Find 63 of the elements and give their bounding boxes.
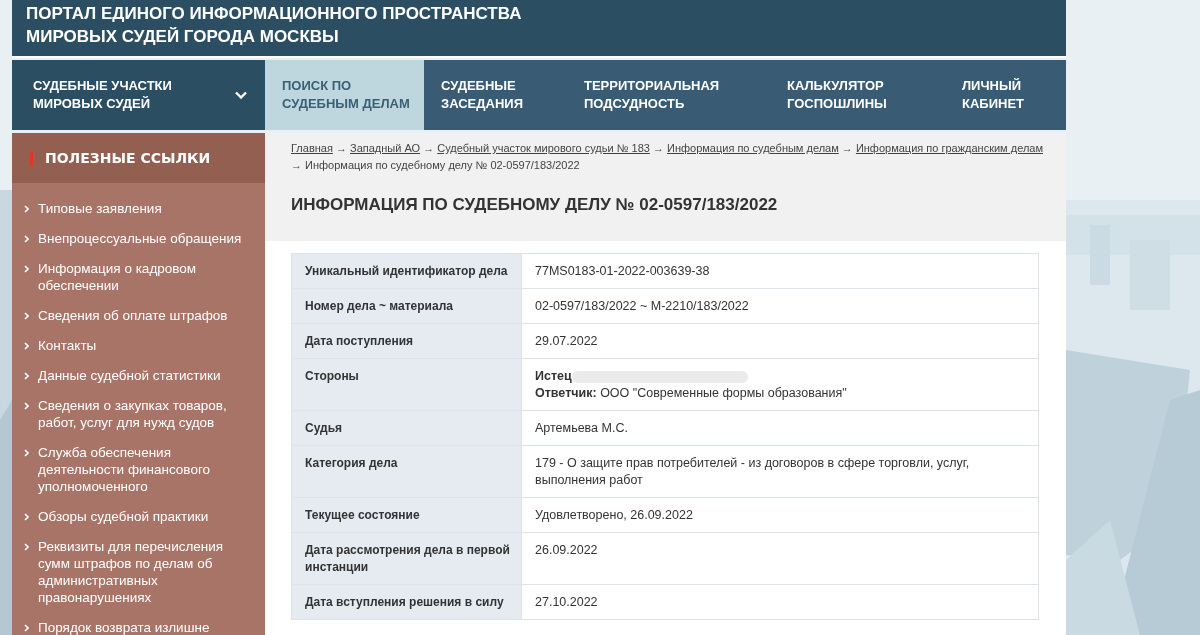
- field-label: Стороны: [291, 358, 522, 411]
- field-label: Текущее состояние: [291, 497, 522, 533]
- field-label: Дата поступления: [291, 323, 522, 359]
- breadcrumb-link[interactable]: Западный АО: [350, 142, 421, 154]
- sidebar-link[interactable]: Обзоры судебной практики: [38, 508, 209, 525]
- sidebar-link[interactable]: Внепроцессуальные обращения: [38, 230, 242, 247]
- chevron-right-icon: [24, 513, 29, 521]
- party-role: Ответчик:: [535, 386, 597, 400]
- field-value: 77MS0183-01-2022-003639-38: [521, 253, 1039, 289]
- nav-tab[interactable]: КАЛЬКУЛЯТОР ГОСПОШЛИНЫ: [770, 60, 945, 130]
- accent-mark: [30, 150, 33, 166]
- field-label: Номер дела ~ материала: [291, 288, 522, 324]
- field-value: Артемьева М.С.: [521, 410, 1039, 446]
- nav-tab[interactable]: ЛИЧНЫЙ КАБИНЕТ: [945, 60, 1066, 130]
- chevron-right-icon: [24, 543, 29, 551]
- sidebar-link[interactable]: Контакты: [38, 337, 97, 354]
- sidebar-title: ПОЛЕЗНЫЕ ССЫЛКИ: [45, 150, 211, 166]
- breadcrumb-separator: →: [335, 142, 347, 154]
- sidebar-link[interactable]: Информация о кадровом обеспечении: [38, 260, 255, 294]
- field-label: Дата вступления решения в силу: [291, 584, 522, 620]
- chevron-right-icon: [24, 265, 29, 273]
- chevron-right-icon: [24, 342, 29, 350]
- field-label: Судья: [291, 410, 522, 446]
- breadcrumb-link[interactable]: Информация по гражданским делам: [855, 142, 1043, 154]
- breadcrumb-current: Информация по судебному делу № 02-0597/183/2022: [305, 159, 580, 171]
- nav-tab[interactable]: СУДЕБНЫЕ ЗАСЕДАНИЯ: [424, 60, 567, 130]
- sidebar-link[interactable]: Данные судебной статистики: [38, 367, 221, 384]
- breadcrumb-separator: →: [652, 142, 664, 154]
- page-title: ИНФОРМАЦИЯ ПО СУДЕБНОМУ ДЕЛУ № 02-0597/183/2022: [291, 195, 779, 215]
- sidebar-link[interactable]: Реквизиты для перечисления сумм штрафов по делам об административных правонарушениях: [38, 538, 255, 606]
- sidebar-link[interactable]: Порядок возврата излишне: [38, 619, 210, 635]
- chevron-right-icon: [24, 449, 29, 457]
- field-label: Категория дела: [291, 445, 522, 498]
- breadcrumb-separator: →: [291, 159, 302, 171]
- field-value: 26.09.2022: [521, 532, 1039, 585]
- field-value: Удовлетворено, 26.09.2022: [521, 497, 1039, 533]
- field-value: 179 - О защите прав потребителей - из договоров в сфере торговли, услуг, выполнения работ: [521, 445, 1039, 498]
- chevron-right-icon: [24, 624, 29, 632]
- field-value: 29.07.2022: [521, 323, 1039, 359]
- party-role: Истец: [535, 369, 572, 383]
- chevron-right-icon: [24, 372, 29, 380]
- breadcrumb-link[interactable]: Судебный участок мирового судьи № 183: [437, 142, 650, 154]
- chevron-right-icon: [24, 205, 29, 213]
- breadcrumb-link[interactable]: Информация по судебным делам: [667, 142, 839, 154]
- sidebar-link[interactable]: Служба обеспечения деятельности финансового уполномоченного: [38, 444, 255, 495]
- field-label: Уникальный идентификатор дела: [291, 253, 522, 289]
- sidebar-link[interactable]: Сведения о закупках товаров, работ, услуг для нужд судов: [38, 397, 255, 431]
- field-label: Дата рассмотрения дела в первой инстанции: [291, 532, 522, 585]
- nav-tab[interactable]: ТЕРРИТОРИАЛЬНАЯ ПОДСУДНОСТЬ: [567, 60, 770, 130]
- nav-tab[interactable]: ПОИСК ПО СУДЕБНЫМ ДЕЛАМ: [265, 60, 424, 130]
- chevron-right-icon: [24, 312, 29, 320]
- party-name: ООО "Современные формы образования": [600, 386, 847, 400]
- chevron-right-icon: [24, 235, 29, 243]
- site-title: ПОРТАЛ ЕДИНОГО ИНФОРМАЦИОННОГО ПРОСТРАНСТВА МИРОВЫХ СУДЕЙ ГОРОДА МОСКВЫ: [26, 3, 523, 48]
- breadcrumb-separator: →: [423, 142, 435, 154]
- sidebar-link[interactable]: Сведения об оплате штрафов: [38, 307, 228, 324]
- sidebar-link[interactable]: Типовые заявления: [38, 200, 162, 217]
- nav-tab[interactable]: СУДЕБНЫЕ УЧАСТКИ МИРОВЫХ СУДЕЙ: [12, 60, 265, 130]
- breadcrumb-link[interactable]: Главная: [291, 142, 333, 154]
- field-value: 02-0597/183/2022 ~ М-2210/183/2022: [521, 288, 1039, 324]
- breadcrumb-separator: →: [841, 142, 853, 154]
- chevron-right-icon: [24, 402, 29, 410]
- field-value: 27.10.2022: [521, 584, 1039, 620]
